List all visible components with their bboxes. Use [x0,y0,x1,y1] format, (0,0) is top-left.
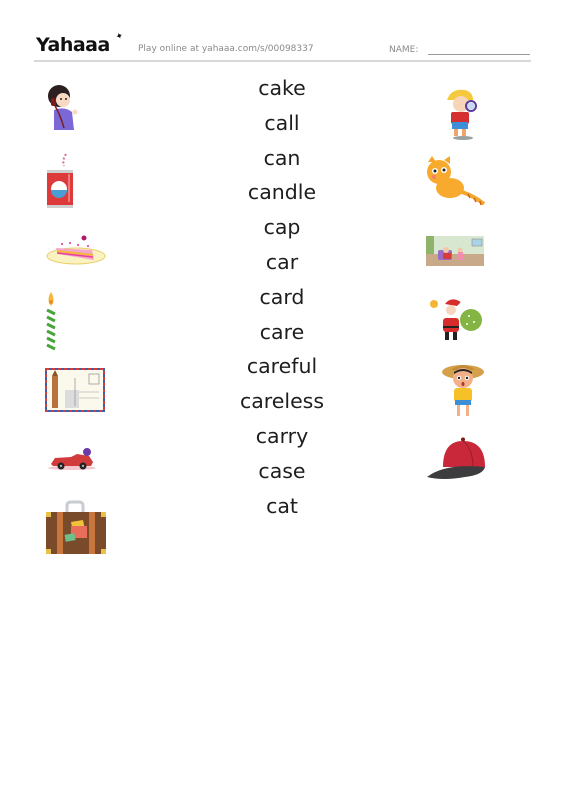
messy-room-icon [426,236,484,266]
word-item: cake [258,76,306,100]
word-item: case [258,458,306,483]
boy-with-hat-icon [441,360,487,420]
name-field-line[interactable] [428,54,530,55]
word-item: call [264,110,300,135]
santa-carrying-sack-icon [427,296,485,344]
logo-sparkle-icon: ✦ [114,31,126,43]
header-divider [34,60,531,62]
play-online-text: Play online at yahaaa.com/s/00098337 [138,44,314,54]
yahaaa-logo: Yahaaa [36,34,110,56]
cake-slice-icon [44,232,106,268]
girl-on-phone-icon [44,82,84,142]
red-car-icon [47,446,97,472]
word-item: cap [263,215,301,240]
boy-magnifying-glass-icon [443,86,483,142]
word-item: can [263,145,301,170]
name-label: NAME: [389,45,419,55]
candle-icon [44,290,60,352]
word-item: car [265,249,299,274]
word-item: careless [239,389,325,414]
word-item: card [259,284,305,309]
worksheet-header: Yahaaa ✦ Play online at yahaaa.com/s/000… [34,31,531,60]
baseball-cap-icon [425,437,487,483]
suitcase-icon [45,500,107,556]
soda-can-icon [44,150,76,210]
word-item: cat [266,493,298,518]
word-item: careful [246,354,318,379]
word-item: candle [247,180,317,205]
word-item: carry [255,423,309,448]
word-item: care [259,319,305,344]
word-list: cake call can candle cap car card care c… [182,73,382,525]
postcard-icon [45,368,105,412]
cat-icon [424,156,486,208]
